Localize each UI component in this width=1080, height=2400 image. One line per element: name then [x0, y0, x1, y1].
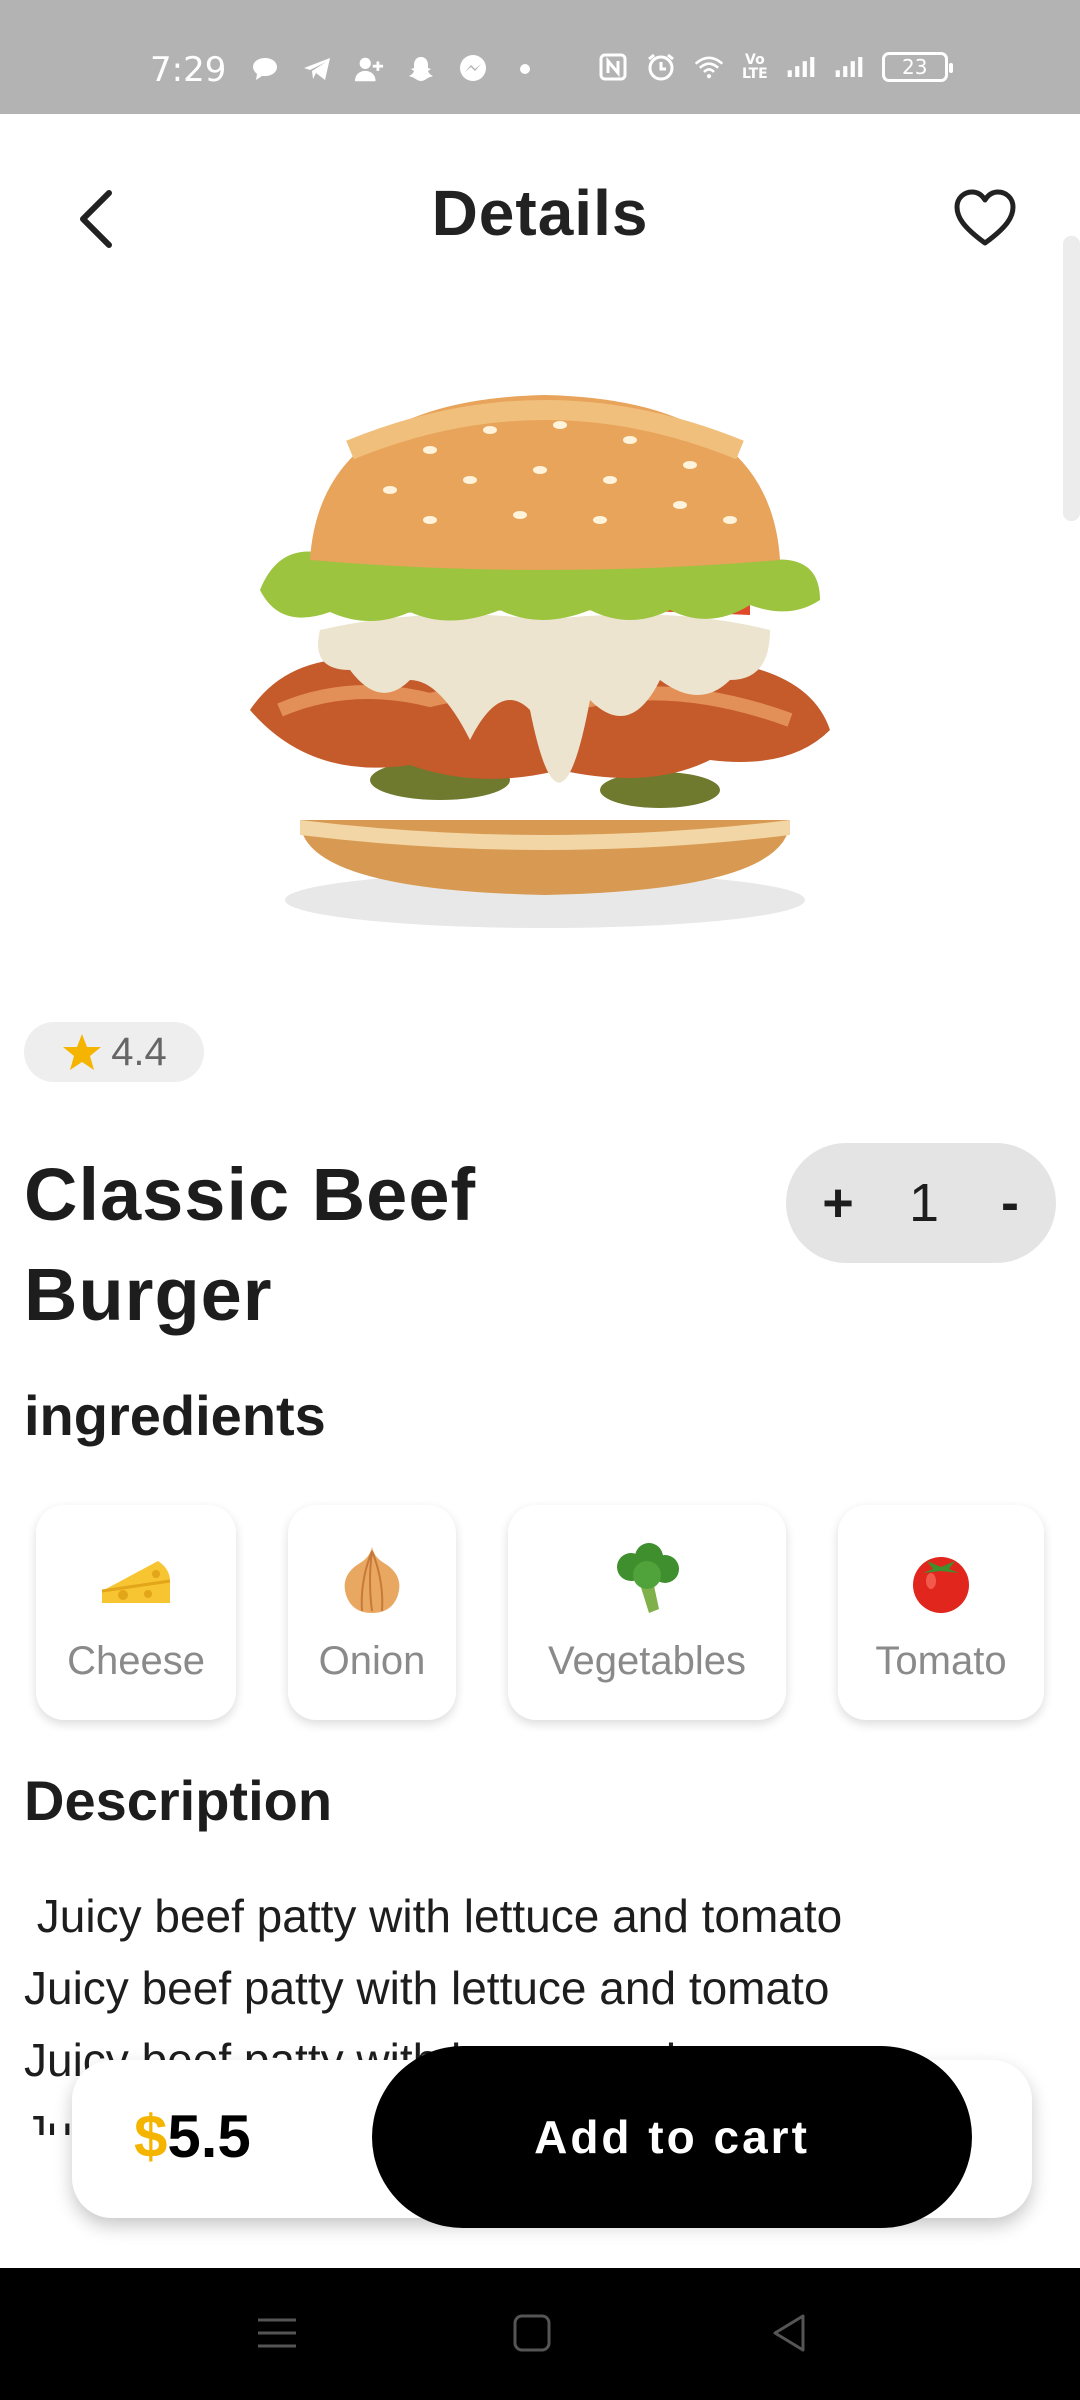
wifi-icon	[694, 52, 724, 82]
contacts-icon	[354, 54, 384, 84]
ingredient-vegetables[interactable]: Vegetables	[508, 1505, 786, 1720]
ingredient-label: Tomato	[875, 1639, 1007, 1683]
ingredients-title: ingredients	[24, 1384, 326, 1447]
onion-icon	[344, 1547, 400, 1613]
price: $5.5	[134, 2102, 251, 2171]
battery-indicator: 23	[881, 52, 953, 82]
telegram-icon	[302, 54, 332, 84]
app-header: Details	[0, 114, 1080, 304]
add-to-cart-button[interactable]: Add to cart	[372, 2046, 972, 2228]
system-nav-bar	[0, 2268, 1080, 2400]
decrease-button[interactable]: -	[988, 1172, 1032, 1234]
status-time: 7:29	[150, 50, 227, 90]
chat-icon	[250, 54, 280, 84]
back-nav-icon[interactable]	[765, 2308, 815, 2358]
ingredient-tomato[interactable]: Tomato	[838, 1505, 1044, 1720]
status-bar: 7:29 Vo LTE 23	[0, 0, 1080, 114]
messenger-icon	[458, 54, 488, 84]
alarm-icon	[646, 52, 676, 82]
broccoli-icon	[617, 1543, 679, 1613]
ingredient-onion[interactable]: Onion	[288, 1505, 456, 1720]
description-title: Description	[24, 1769, 333, 1832]
snapchat-icon	[406, 54, 436, 84]
menu-icon[interactable]	[252, 2308, 302, 2358]
ingredient-label: Cheese	[67, 1639, 205, 1683]
system-icons: Vo LTE 23	[598, 52, 953, 82]
tomato-icon	[913, 1557, 969, 1613]
increase-button[interactable]: +	[816, 1172, 860, 1234]
star-icon	[63, 1034, 102, 1070]
quantity-value: 1	[908, 1173, 940, 1233]
dot-icon	[510, 54, 540, 84]
signal-icon	[786, 52, 816, 82]
quantity-stepper: + 1 -	[786, 1143, 1056, 1263]
rating-badge: 4.4	[24, 1022, 204, 1082]
product-name: Classic Beef Burger	[24, 1153, 477, 1336]
product-image	[230, 380, 860, 960]
scrollbar[interactable]	[1063, 236, 1080, 521]
cart-bar: $5.5 Add to cart	[72, 2046, 1032, 2228]
currency-symbol: $	[134, 2103, 168, 2170]
rating-value: 4.4	[111, 1029, 167, 1074]
price-value: 5.5	[167, 2103, 251, 2170]
ingredient-cheese[interactable]: Cheese	[36, 1505, 236, 1720]
signal-icon-2	[834, 52, 864, 82]
notification-icons	[250, 54, 540, 84]
ingredient-label: Onion	[318, 1639, 426, 1683]
cheese-icon	[101, 1561, 171, 1603]
ingredient-label: Vegetables	[548, 1639, 746, 1683]
home-icon[interactable]	[507, 2308, 557, 2358]
page-title: Details	[431, 177, 649, 249]
details-screen: 7:29 Vo LTE 23 Details 4.4 Classic Beef …	[0, 0, 1080, 2400]
favorite-button[interactable]	[945, 178, 1025, 258]
nfc-icon	[598, 52, 628, 82]
heart-icon	[954, 189, 1016, 246]
volte-indicator: Vo LTE	[742, 52, 768, 82]
